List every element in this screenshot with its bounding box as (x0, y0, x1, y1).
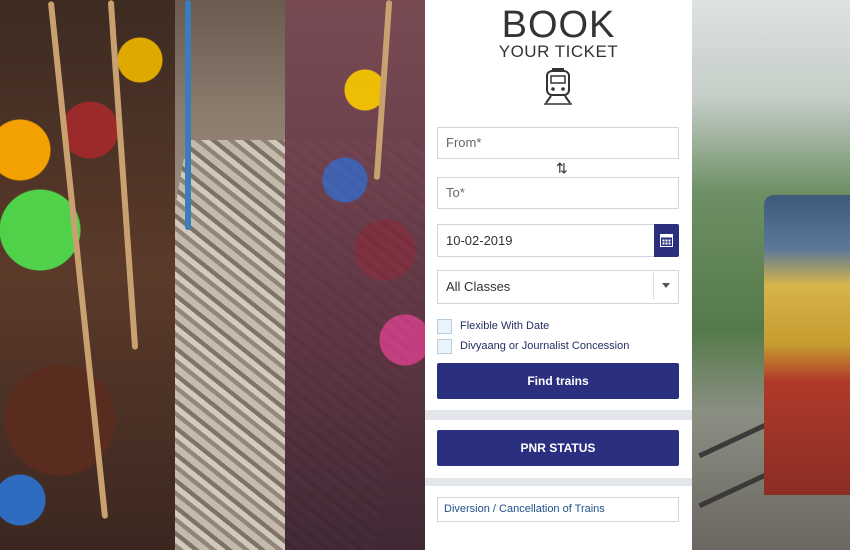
calendar-button[interactable] (654, 224, 679, 257)
swap-icon[interactable]: ⇅ (556, 160, 568, 177)
train-photo (692, 0, 850, 550)
seated-protesters-right (285, 0, 425, 550)
locomotive (764, 195, 850, 495)
concession-option[interactable]: Divyaang or Journalist Concession (437, 338, 629, 354)
booking-panel: BOOK YOUR TICKET From* ⇅ To* 10-02-2019 … (425, 0, 692, 550)
class-select[interactable]: All Classes (437, 270, 679, 304)
stick (185, 0, 191, 230)
pnr-status-button[interactable]: PNR STATUS (437, 430, 679, 466)
find-trains-button[interactable]: Find trains (437, 363, 679, 399)
logo-title: BOOK (501, 4, 616, 46)
journey-date-input[interactable]: 10-02-2019 (437, 224, 655, 257)
protest-photo (0, 0, 425, 550)
section-divider (425, 478, 692, 486)
concession-label: Divyaang or Journalist Concession (460, 340, 630, 352)
class-select-value: All Classes (446, 279, 511, 294)
flexible-date-label: Flexible With Date (460, 320, 550, 332)
flexible-date-checkbox[interactable] (437, 318, 452, 334)
select-divider (653, 273, 654, 299)
chevron-down-icon (662, 283, 670, 288)
calendar-icon (660, 234, 673, 247)
from-input[interactable]: From* (437, 127, 679, 159)
logo-subtitle: YOUR TICKET (498, 42, 619, 61)
flexible-date-option[interactable]: Flexible With Date (437, 318, 549, 334)
diversion-cancellation-link[interactable]: Diversion / Cancellation of Trains (437, 497, 679, 522)
train-icon (544, 68, 572, 105)
section-divider (425, 410, 692, 420)
to-input[interactable]: To* (437, 177, 679, 209)
concession-checkbox[interactable] (437, 338, 452, 354)
seated-protesters-left (0, 0, 175, 550)
